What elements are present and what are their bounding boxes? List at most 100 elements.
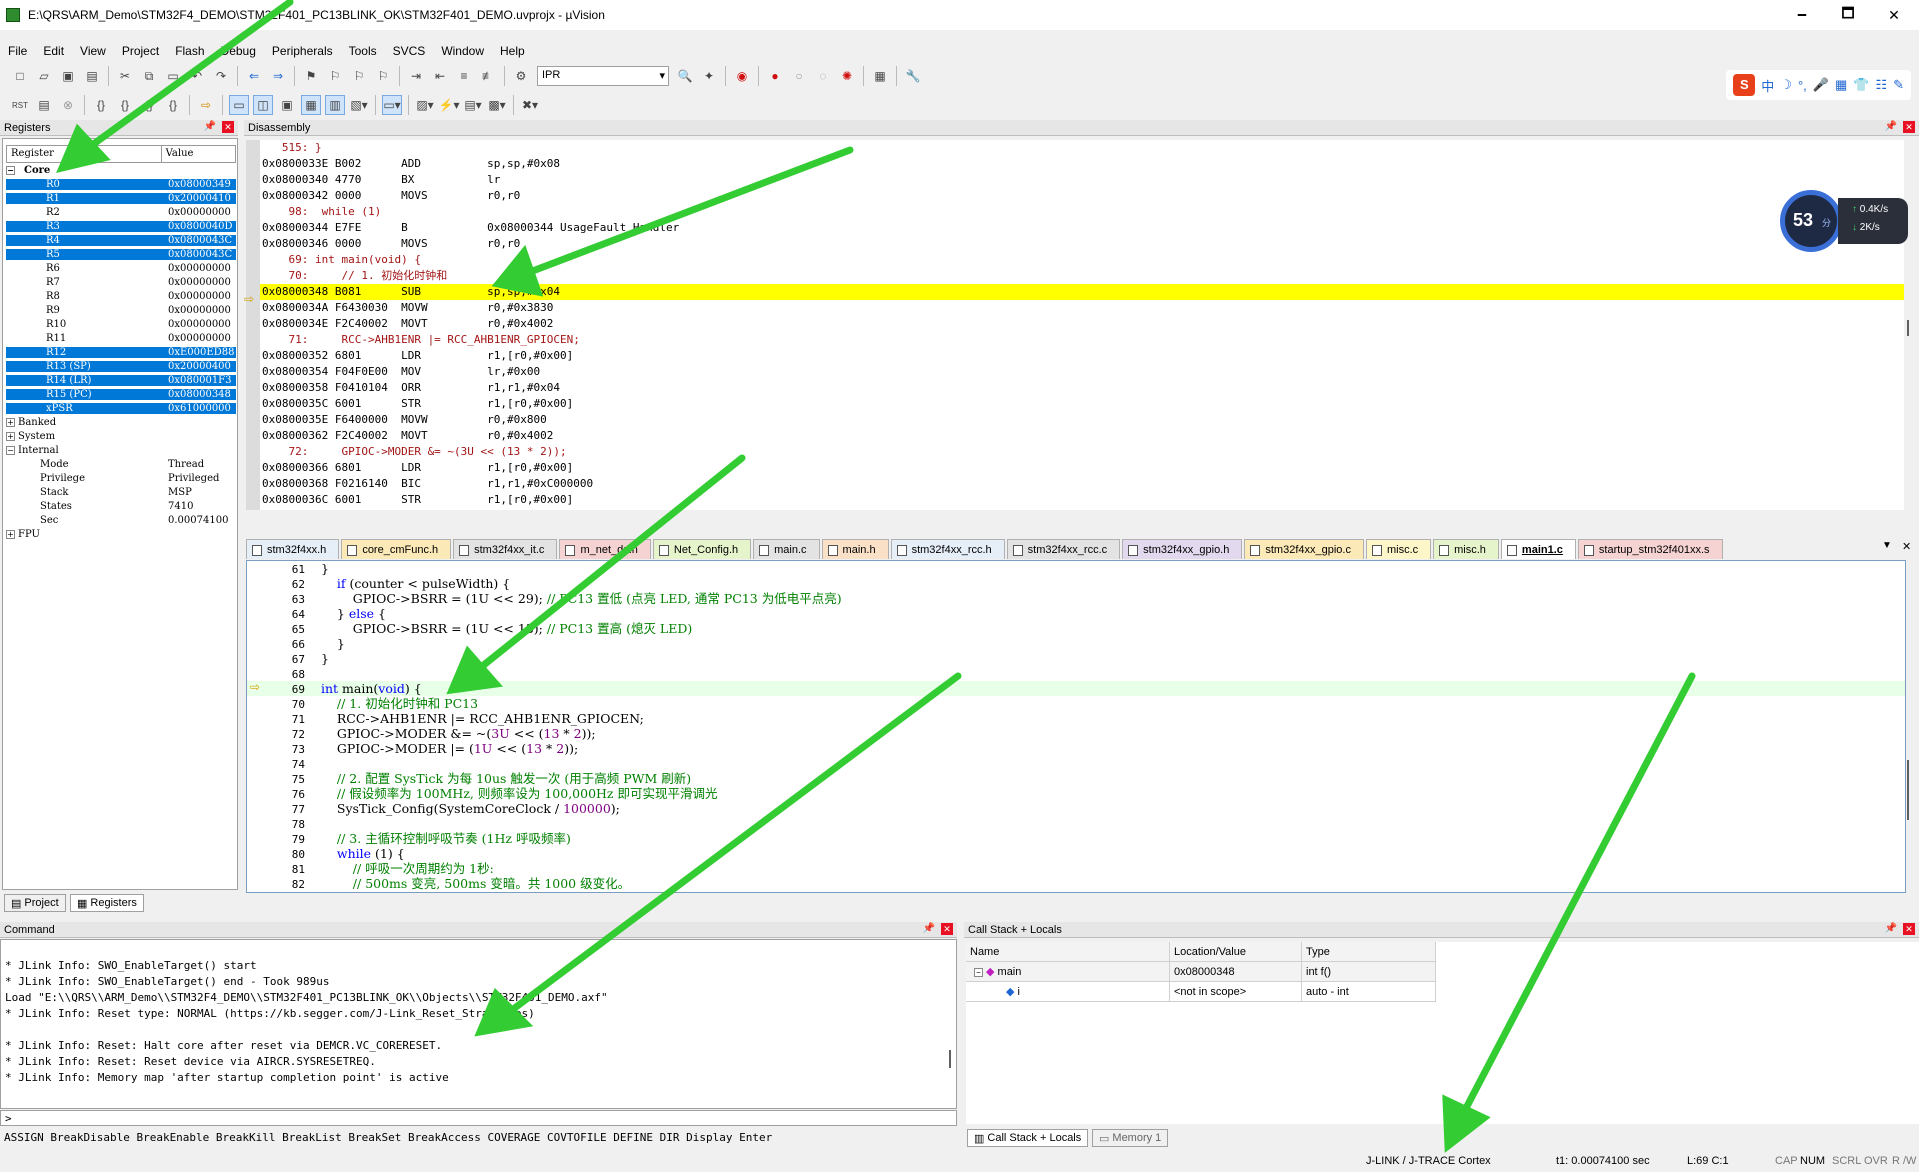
register-row[interactable]: R6 0x00000000: [6, 261, 236, 275]
register-value[interactable]: 0x00000000: [168, 333, 236, 344]
code-line[interactable]: 67}: [247, 651, 1905, 666]
register-value[interactable]: 0x08000348: [168, 388, 236, 400]
code-line[interactable]: 71 RCC->AHB1ENR |= RCC_AHB1ENR_GPIOCEN;: [247, 711, 1905, 726]
pin-icon[interactable]: 📌: [1885, 923, 1897, 934]
run-to-cursor-icon[interactable]: {}: [163, 95, 183, 115]
configure-icon[interactable]: 🔧: [903, 66, 923, 86]
code-line[interactable]: 68: [247, 666, 1905, 681]
column-register[interactable]: Register: [7, 146, 162, 162]
disassembly-line[interactable]: 0x08000342 0000 MOVS r0,r0: [246, 188, 1904, 204]
incremental-find-icon[interactable]: ✦: [699, 66, 719, 86]
save-icon[interactable]: ▣: [58, 66, 78, 86]
register-group[interactable]: + FPU: [6, 527, 236, 541]
collapse-icon[interactable]: −: [6, 445, 15, 455]
bookmark-next-icon[interactable]: ⚐: [349, 66, 369, 86]
menu-project[interactable]: Project: [114, 44, 167, 58]
cut-icon[interactable]: ✂: [115, 66, 135, 86]
callstack-row[interactable]: ◆ i <not in scope> auto - int: [966, 982, 1436, 1002]
close-icon[interactable]: ✕: [1903, 121, 1915, 133]
register-row[interactable]: R13 (SP) 0x20000400: [6, 359, 236, 373]
internal-row[interactable]: Mode Thread: [6, 457, 236, 471]
code-line[interactable]: 81 // 呼吸一次周期约为 1秒:: [247, 861, 1905, 876]
register-value[interactable]: 0x00000000: [168, 263, 236, 274]
step-into-icon[interactable]: {}: [91, 95, 111, 115]
reset-cpu-icon[interactable]: RST: [10, 95, 30, 115]
register-row[interactable]: R7 0x00000000: [6, 275, 236, 289]
register-row[interactable]: R4 0x0800043C: [6, 233, 236, 247]
kill-breakpoints-icon[interactable]: ✺: [837, 66, 857, 86]
register-row[interactable]: R14 (LR) 0x080001F3: [6, 373, 236, 387]
tab-memory[interactable]: ▭ Memory 1: [1092, 1129, 1169, 1147]
register-group[interactable]: + System: [6, 429, 236, 443]
registers-window-icon[interactable]: ▦: [301, 95, 321, 115]
menu-flash[interactable]: Flash: [167, 44, 212, 58]
register-row[interactable]: R12 0xE000ED88: [6, 345, 236, 359]
internal-row[interactable]: Privilege Privileged: [6, 471, 236, 485]
disassembly-source-line[interactable]: 71: RCC->AHB1ENR |= RCC_AHB1ENR_GPIOCEN;: [246, 332, 1904, 348]
ime-tool-icon[interactable]: ✎: [1893, 77, 1904, 93]
disassembly-line[interactable]: 0x08000354 F04F0E00 MOV lr,#0x00: [246, 364, 1904, 380]
tab-callstack[interactable]: ▥ Call Stack + Locals: [967, 1129, 1089, 1147]
comment-icon[interactable]: ≡: [454, 66, 474, 86]
register-row[interactable]: R5 0x0800043C: [6, 247, 236, 261]
register-row[interactable]: R2 0x00000000: [6, 205, 236, 219]
editor-tab[interactable]: stm32f4xx_gpio.c: [1244, 539, 1364, 559]
editor-tab[interactable]: startup_stm32f401xx.s: [1577, 539, 1723, 559]
menu-svcs[interactable]: SVCS: [385, 44, 434, 58]
disassembly-line[interactable]: 0x0800034E F2C40002 MOVT r0,#0x4002: [246, 316, 1904, 332]
ime-moon-icon[interactable]: ☽: [1780, 77, 1792, 93]
command-window-icon[interactable]: ▭: [229, 95, 249, 115]
register-value[interactable]: 0x00000000: [168, 207, 236, 218]
register-value[interactable]: 0x00000000: [168, 305, 236, 316]
pin-icon[interactable]: 📌: [923, 923, 935, 934]
disassembly-source-line[interactable]: 70: // 1. 初始化时钟和: [246, 268, 1904, 284]
expand-icon[interactable]: +: [6, 529, 15, 539]
expand-icon[interactable]: +: [6, 417, 15, 427]
register-row[interactable]: R15 (PC) 0x08000348: [6, 387, 236, 401]
disassembly-line[interactable]: 0x0800033E B002 ADD sp,sp,#0x08: [246, 156, 1904, 172]
pin-icon[interactable]: 📌: [204, 121, 216, 132]
disable-breakpoints-icon[interactable]: ◌: [813, 66, 833, 86]
editor-tab[interactable]: main.c: [753, 539, 820, 559]
register-value[interactable]: 0x0800043C: [168, 248, 236, 260]
pin-icon[interactable]: 📌: [1885, 121, 1897, 132]
collapse-icon[interactable]: −: [974, 967, 983, 977]
menu-debug[interactable]: Debug: [213, 44, 264, 58]
register-row[interactable]: xPSR 0x61000000: [6, 401, 236, 415]
register-group[interactable]: + Banked: [6, 415, 236, 429]
ime-skin-icon[interactable]: 👕: [1853, 77, 1869, 93]
editor-scrollbar[interactable]: [1907, 760, 1909, 820]
disassembly-line[interactable]: 0x0800036C 6001 STR r1,[r0,#0x00]: [246, 492, 1904, 508]
nav-forward-icon[interactable]: ⇒: [268, 66, 288, 86]
ime-mic-icon[interactable]: 🎤: [1813, 77, 1829, 93]
maximize-button[interactable]: 🗖: [1825, 0, 1871, 30]
find-icon[interactable]: 🔍: [675, 66, 695, 86]
code-line[interactable]: 69 int main(void) {: [247, 681, 1905, 696]
code-line[interactable]: 77 SysTick_Config(SystemCoreClock / 1000…: [247, 801, 1905, 816]
watch-window-icon[interactable]: ▧▾: [349, 95, 369, 115]
register-value[interactable]: 0x0800040D: [168, 220, 236, 232]
register-row[interactable]: R1 0x20000410: [6, 191, 236, 205]
uncomment-icon[interactable]: ≢: [478, 66, 498, 86]
code-line[interactable]: 80 while (1) {: [247, 846, 1905, 861]
disassembly-line[interactable]: 0x0800035E F6400000 MOVW r0,#0x800: [246, 412, 1904, 428]
call-stack-window-icon[interactable]: ▥: [325, 95, 345, 115]
editor-tab[interactable]: stm32f4xx_gpio.h: [1122, 539, 1243, 559]
internal-row[interactable]: Sec 0.00074100: [6, 513, 236, 527]
serial-window-icon[interactable]: ▨▾: [415, 95, 435, 115]
indent-icon[interactable]: ⇥: [406, 66, 426, 86]
menu-view[interactable]: View: [72, 44, 114, 58]
window-layout-icon[interactable]: ▦: [870, 66, 890, 86]
command-prompt[interactable]: >: [0, 1110, 957, 1126]
menu-window[interactable]: Window: [433, 44, 492, 58]
editor-tab[interactable]: stm32f4xx_rcc.h: [890, 539, 1005, 559]
sogou-logo-icon[interactable]: S: [1733, 74, 1756, 96]
code-line[interactable]: 72 GPIOC->MODER &= ~(3U << (13 * 2));: [247, 726, 1905, 741]
disassembly-source-line[interactable]: 69: int main(void) {: [246, 252, 1904, 268]
undo-icon[interactable]: ↶: [187, 66, 207, 86]
menu-tools[interactable]: Tools: [341, 44, 385, 58]
symbols-window-icon[interactable]: ▣: [277, 95, 297, 115]
column-location[interactable]: Location/Value: [1170, 942, 1302, 962]
show-next-statement-icon[interactable]: ⇨: [196, 95, 216, 115]
expand-icon[interactable]: +: [6, 431, 15, 441]
